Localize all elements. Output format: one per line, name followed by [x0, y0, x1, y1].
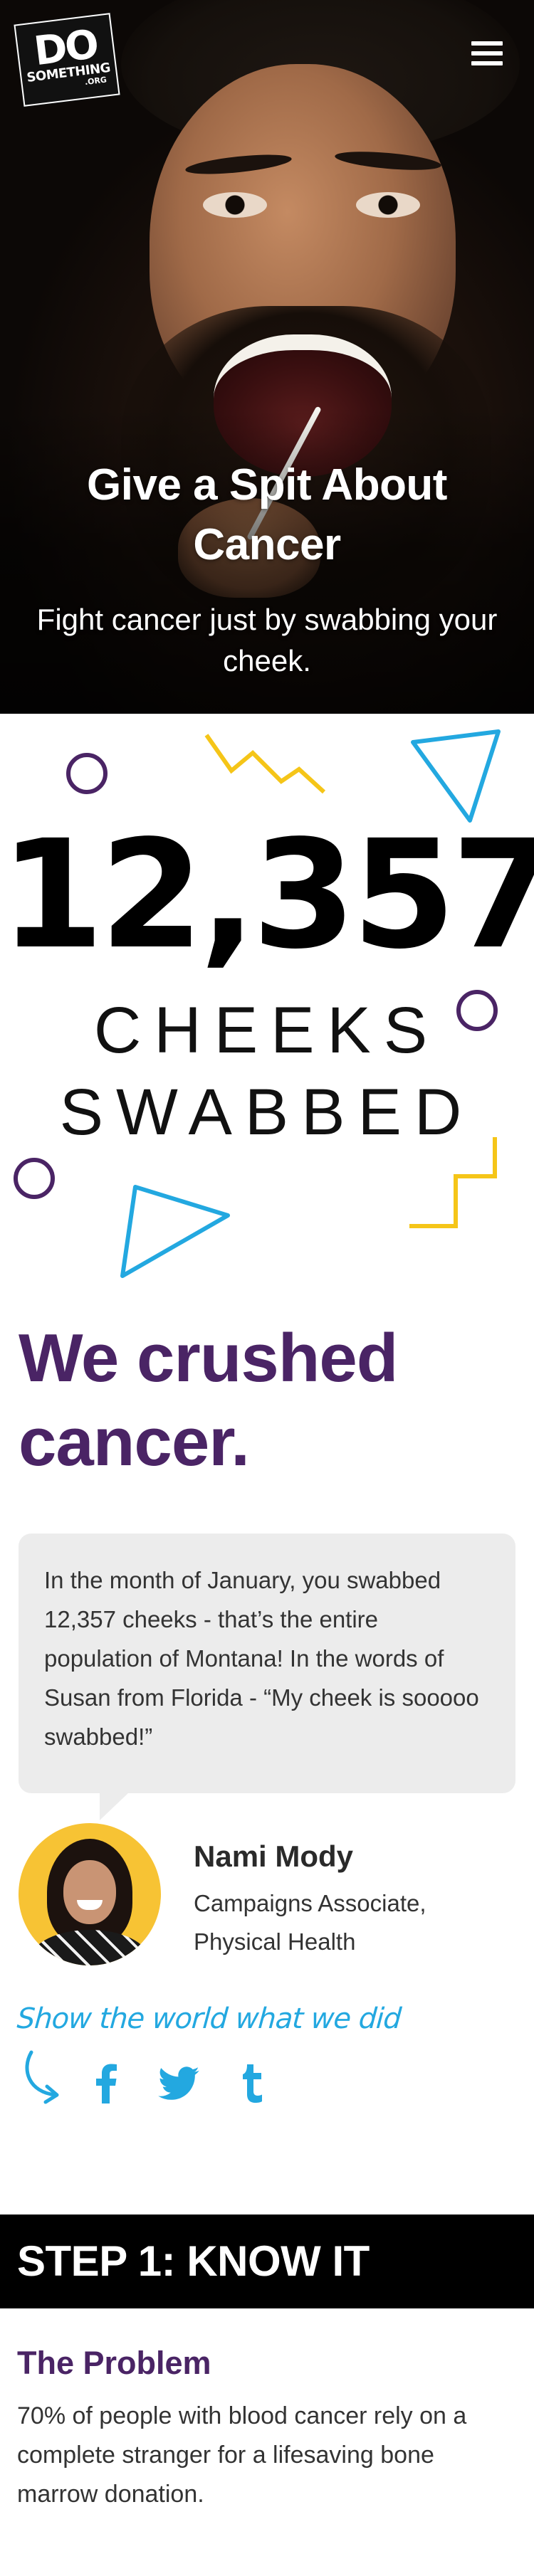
author-role-line1: Campaigns Associate, [194, 1890, 426, 1916]
share-heading: Show the world what we did [16, 2002, 402, 2035]
hero-title: Give a Spit About Cancer [87, 460, 447, 569]
menu-bar [471, 51, 503, 56]
avatar [19, 1823, 161, 1965]
share-bar [21, 2048, 306, 2112]
hero-photo-eye-left [203, 192, 267, 218]
step-header: STEP 1: KNOW IT [0, 2215, 534, 2308]
quote-bubble-tail [100, 1792, 130, 1820]
results-title-line2: cancer. [19, 1404, 250, 1480]
author-role-line2: Physical Health [194, 1928, 356, 1955]
avatar-face [63, 1860, 116, 1924]
deco-zigzag-yellow [204, 734, 326, 794]
menu-bar [471, 41, 503, 46]
problem-title: The Problem [17, 2345, 211, 2381]
swab-count: 12,357 [0, 808, 534, 982]
results-title-line1: We crushed [19, 1320, 398, 1396]
results-title: We crushed cancer. [19, 1316, 517, 1484]
avatar-sweater [31, 1930, 148, 1965]
problem-text: 70% of people with blood cancer rely on … [17, 2402, 467, 2508]
author-role: Campaigns Associate, Physical Health [194, 1884, 493, 1961]
twitter-icon[interactable] [157, 2062, 201, 2105]
deco-circle-purple [66, 753, 108, 794]
facebook-icon[interactable] [93, 2062, 121, 2105]
author-name: Nami Mody [194, 1839, 354, 1873]
hero-banner: DO SOMETHING .ORG Give a Spit About Canc… [0, 0, 534, 714]
hero-subtitle: Fight cancer just by swabbing your cheek… [36, 603, 498, 677]
hero-photo-eye-right [356, 192, 420, 218]
dosomething-logo[interactable]: DO SOMETHING .ORG [14, 13, 120, 107]
tumblr-icon[interactable] [238, 2062, 266, 2105]
menu-bar [471, 61, 503, 65]
logo-line-org: .ORG [84, 75, 108, 88]
stats-section: 12,357 CHEEKS SWABBED [0, 714, 534, 1283]
deco-triangle-blue [120, 1185, 230, 1278]
count-label-line1: CHEEKS [93, 994, 441, 1067]
hamburger-menu-icon[interactable] [471, 41, 503, 65]
quote-bubble: In the month of January, you swabbed 12,… [19, 1534, 515, 1793]
count-label-line2: SWABBED [59, 1076, 475, 1149]
curved-arrow-icon [25, 2050, 59, 2104]
deco-circle-purple [14, 1158, 55, 1199]
